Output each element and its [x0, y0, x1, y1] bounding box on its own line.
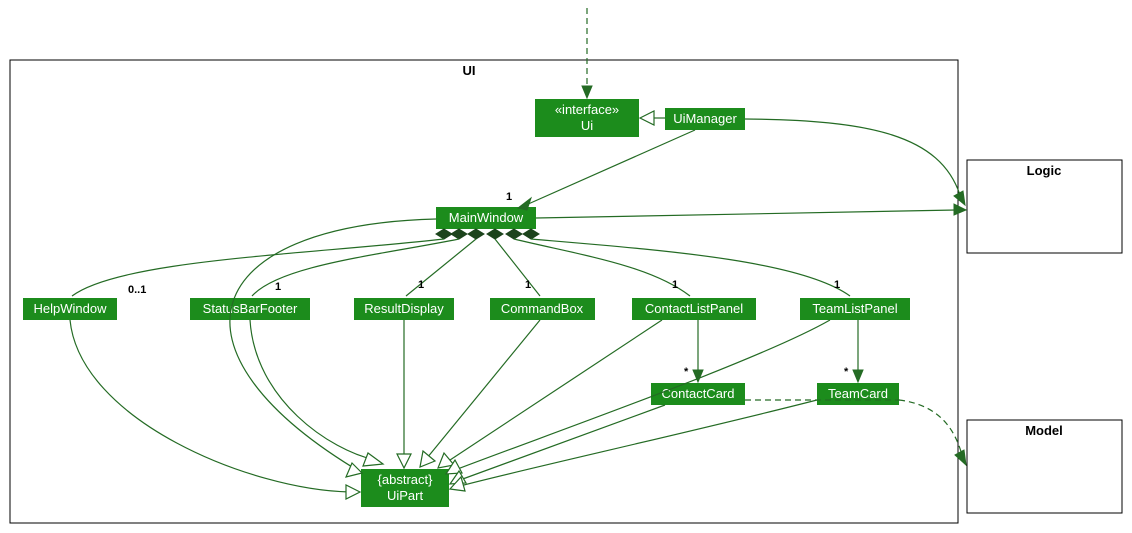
mult-contactlistpanel: 1	[672, 279, 678, 291]
node-teamcard: TeamCard	[817, 383, 899, 405]
mult-helpwindow: 0..1	[128, 284, 146, 296]
svg-text:StatusBarFooter: StatusBarFooter	[203, 301, 298, 316]
edge-help-inherit	[70, 320, 350, 492]
svg-text:TeamCard: TeamCard	[828, 386, 888, 401]
edge-mw-inherit-uipart	[230, 219, 436, 473]
package-ui-label: UI	[463, 63, 476, 78]
node-ui-interface: «interface» Ui	[535, 99, 639, 137]
svg-text:{abstract}: {abstract}	[378, 472, 434, 487]
node-contactlistpanel: ContactListPanel	[632, 298, 756, 320]
mult-statusbarfooter: 1	[275, 281, 281, 293]
svg-text:TeamListPanel: TeamListPanel	[812, 301, 897, 316]
edge-teamcard-to-model	[899, 400, 962, 455]
edge-sbf-inherit	[250, 320, 375, 460]
edge-cc-inherit	[460, 405, 665, 480]
mult-commandbox: 1	[525, 279, 531, 291]
svg-text:«interface»: «interface»	[555, 102, 619, 117]
node-teamlistpanel: TeamListPanel	[800, 298, 910, 320]
mult-teamcard: *	[844, 366, 849, 378]
svg-text:ContactListPanel: ContactListPanel	[645, 301, 743, 316]
node-helpwindow: HelpWindow	[23, 298, 117, 320]
edge-tc-inherit	[460, 400, 817, 486]
diamond-mw-help	[436, 229, 452, 239]
edge-mw-resultdisplay	[406, 239, 476, 296]
svg-text:UiManager: UiManager	[673, 111, 737, 126]
node-uipart: {abstract} UiPart	[361, 469, 449, 507]
edge-mw-contactlistpanel	[514, 239, 690, 296]
arrowhead-external-to-ui	[582, 86, 592, 98]
arrowhead-uimanager-realizes-ui	[640, 111, 654, 125]
package-model-label: Model	[1025, 423, 1063, 438]
svg-text:MainWindow: MainWindow	[449, 210, 524, 225]
node-statusbarfooter: StatusBarFooter	[190, 298, 310, 320]
node-commandbox: CommandBox	[490, 298, 595, 320]
edge-mw-commandbox	[495, 239, 540, 296]
package-ui	[10, 60, 958, 523]
mult-contactcard: *	[684, 366, 689, 378]
mult-resultdisplay: 1	[418, 279, 424, 291]
node-uimanager: UiManager	[665, 108, 745, 130]
uml-class-diagram: UI Logic Model «interface» Ui UiManager …	[0, 0, 1132, 533]
mult-mainwindow: 1	[506, 191, 512, 203]
node-contactcard: ContactCard	[651, 383, 745, 405]
edge-mw-teamlistpanel	[531, 239, 850, 296]
mult-teamlistpanel: 1	[834, 279, 840, 291]
edge-clp-inherit	[447, 320, 662, 462]
svg-text:CommandBox: CommandBox	[501, 301, 584, 316]
svg-text:UiPart: UiPart	[387, 488, 424, 503]
node-mainwindow: MainWindow	[436, 207, 536, 229]
edge-tlp-inherit	[455, 320, 830, 470]
svg-text:HelpWindow: HelpWindow	[34, 301, 108, 316]
package-logic-label: Logic	[1027, 163, 1062, 178]
edge-mainwindow-to-logic	[536, 210, 956, 218]
edge-uimanager-to-mainwindow	[526, 130, 695, 205]
svg-text:Ui: Ui	[581, 118, 593, 133]
svg-text:ResultDisplay: ResultDisplay	[364, 301, 444, 316]
node-resultdisplay: ResultDisplay	[354, 298, 454, 320]
edge-uimanager-to-logic	[745, 119, 960, 195]
